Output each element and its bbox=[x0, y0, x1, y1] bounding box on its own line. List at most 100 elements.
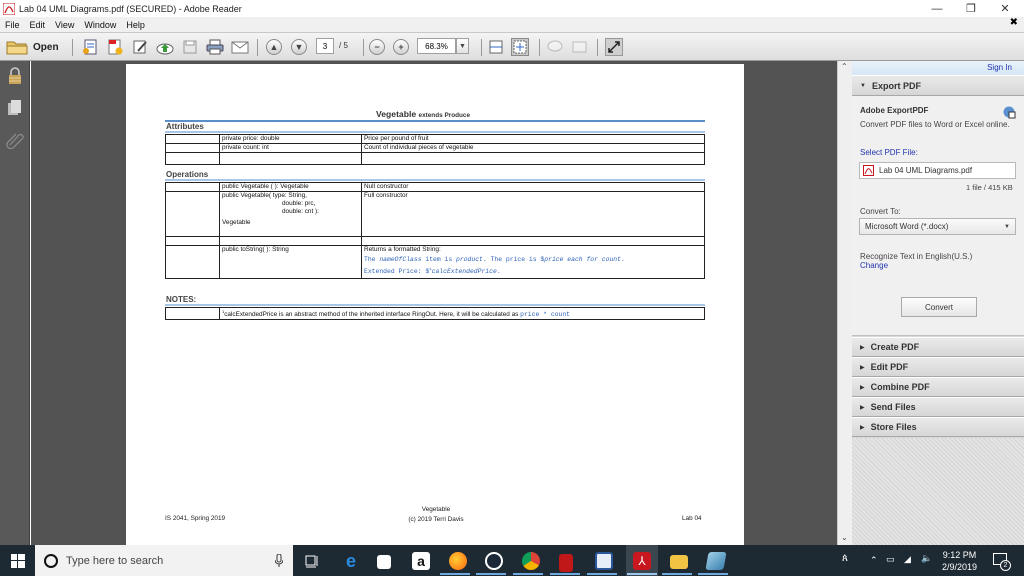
window-title: Lab 04 UML Diagrams.pdf (SECURED) - Adob… bbox=[19, 3, 242, 14]
store-files-section-header[interactable]: ▶ Store Files bbox=[852, 417, 1024, 437]
pdf-file-icon bbox=[863, 165, 874, 176]
sign-icon bbox=[572, 41, 587, 53]
system-clock[interactable]: 9:12 PM 2/9/2019 bbox=[942, 549, 977, 573]
file-explorer-icon[interactable] bbox=[670, 555, 688, 569]
page-total: / 5 bbox=[339, 41, 348, 50]
menu-help[interactable]: Help bbox=[121, 20, 150, 30]
page-thumbnails-icon[interactable] bbox=[7, 99, 23, 117]
close-button[interactable]: ✕ bbox=[989, 0, 1021, 17]
search-placeholder: Type here to search bbox=[66, 554, 164, 567]
convert-button[interactable]: Convert bbox=[901, 297, 977, 317]
edit-button[interactable] bbox=[131, 38, 149, 56]
task-view-icon[interactable] bbox=[305, 554, 319, 568]
battery-icon[interactable]: ▭ bbox=[886, 554, 895, 565]
edge-icon[interactable]: e bbox=[342, 552, 360, 570]
security-lock-icon[interactable] bbox=[7, 67, 23, 85]
zoom-in-button[interactable]: + bbox=[392, 38, 410, 56]
clock-date: 2/9/2019 bbox=[942, 562, 978, 572]
sign-button[interactable] bbox=[571, 38, 589, 56]
close-document-icon[interactable]: ✖ bbox=[1010, 17, 1018, 28]
full-screen-button[interactable] bbox=[605, 38, 623, 56]
word-icon[interactable] bbox=[595, 552, 613, 570]
sign-in-link[interactable]: Sign In bbox=[852, 61, 1024, 75]
export-pdf-section-header[interactable]: ▼ Export PDF bbox=[852, 75, 1024, 96]
next-page-button[interactable]: ▼ bbox=[290, 38, 308, 56]
print-button[interactable] bbox=[206, 38, 224, 56]
triangle-right-icon: ▶ bbox=[860, 424, 865, 431]
table-row: public Vegetable ( ): Vegetable Null cons… bbox=[165, 182, 705, 192]
menu-edit[interactable]: Edit bbox=[25, 20, 51, 30]
menu-file[interactable]: File bbox=[0, 20, 25, 30]
change-language-link[interactable]: Change bbox=[860, 261, 888, 270]
fit-page-button[interactable] bbox=[511, 38, 529, 56]
export-description: Convert PDF files to Word or Excel onlin… bbox=[860, 120, 1010, 129]
windows-start-icon[interactable] bbox=[11, 554, 25, 568]
recognize-text-label: Recognize Text in English(U.S.) bbox=[860, 252, 973, 261]
amazon-icon[interactable]: a bbox=[412, 552, 430, 570]
combine-pdf-section-header[interactable]: ▶ Combine PDF bbox=[852, 377, 1024, 397]
save-button[interactable] bbox=[181, 38, 199, 56]
create-pdf-section-header[interactable]: ▶ Create PDF bbox=[852, 337, 1024, 357]
operation-signature: public Vegetable ( ): Vegetable bbox=[219, 182, 362, 192]
attributes-header: Attributes bbox=[166, 122, 204, 131]
convert-to-select[interactable]: Microsoft Word (*.docx) ▼ bbox=[859, 218, 1016, 235]
triangle-right-icon: ▶ bbox=[860, 404, 865, 411]
operations-header: Operations bbox=[166, 170, 209, 179]
attachments-paperclip-icon[interactable] bbox=[6, 131, 24, 149]
open-button[interactable]: Open bbox=[6, 38, 59, 56]
restore-icon: ❐ bbox=[966, 3, 976, 15]
section-label: Export PDF bbox=[871, 80, 921, 91]
table-row: private count: int Count of individual pi… bbox=[165, 143, 705, 153]
restore-button[interactable]: ❐ bbox=[955, 0, 987, 17]
email-button[interactable] bbox=[231, 38, 249, 56]
scroll-down-icon[interactable]: ⌄ bbox=[841, 533, 848, 542]
firefox-icon[interactable] bbox=[449, 552, 467, 570]
cloud-upload-button[interactable] bbox=[156, 38, 174, 56]
save-icon bbox=[183, 40, 197, 54]
minimize-button[interactable]: — bbox=[921, 0, 953, 17]
signature-line: double: cnt ): bbox=[282, 208, 319, 215]
zoom-out-button[interactable]: − bbox=[368, 38, 386, 56]
show-hidden-icons-chevron-up-icon[interactable]: ⌃ bbox=[870, 555, 878, 566]
class-title: Vegetable extends Produce bbox=[376, 109, 470, 119]
operation-signature: public toString( ): String bbox=[219, 245, 362, 279]
store-icon[interactable] bbox=[377, 555, 391, 569]
zoom-out-icon: − bbox=[369, 39, 385, 55]
triangle-right-icon: ▶ bbox=[860, 364, 865, 371]
chrome-icon[interactable] bbox=[522, 552, 540, 570]
notepad-icon[interactable] bbox=[705, 552, 727, 570]
navigation-pane bbox=[0, 61, 30, 545]
create-pdf-icon bbox=[83, 39, 97, 55]
selected-file-field[interactable]: Lab 04 UML Diagrams.pdf bbox=[859, 162, 1016, 179]
open-label: Open bbox=[33, 41, 59, 53]
zoom-level-input[interactable]: 68.3% bbox=[417, 38, 456, 54]
page-number-input[interactable]: 3 bbox=[316, 38, 334, 54]
export-pdf-button[interactable] bbox=[106, 38, 124, 56]
zoom-dropdown-button[interactable]: ▼ bbox=[456, 38, 469, 54]
export-info-icon[interactable] bbox=[1003, 106, 1016, 119]
send-files-section-header[interactable]: ▶ Send Files bbox=[852, 397, 1024, 417]
mcafee-icon[interactable] bbox=[559, 554, 573, 572]
comment-button[interactable] bbox=[546, 38, 564, 56]
create-pdf-button[interactable] bbox=[81, 38, 99, 56]
people-icon[interactable]: ጰ bbox=[842, 553, 848, 564]
adobe-pdf-logo-icon bbox=[3, 2, 15, 15]
triangle-right-icon: ▶ bbox=[860, 384, 865, 391]
menu-window[interactable]: Window bbox=[79, 20, 121, 30]
vertical-scrollbar[interactable]: ⌃ ⌄ bbox=[837, 61, 852, 545]
zoom-in-icon: + bbox=[393, 39, 409, 55]
menu-view[interactable]: View bbox=[50, 20, 79, 30]
microphone-icon[interactable] bbox=[275, 554, 283, 567]
chevron-down-icon: ▼ bbox=[1004, 223, 1010, 230]
cortana-icon bbox=[44, 553, 58, 568]
extends-clause: extends Produce bbox=[418, 112, 471, 119]
edit-pdf-section-header[interactable]: ▶ Edit PDF bbox=[852, 357, 1024, 377]
scroll-up-icon[interactable]: ⌃ bbox=[841, 62, 848, 71]
wifi-icon[interactable]: ◢ bbox=[904, 554, 911, 565]
acrobat-reader-icon[interactable]: ⅄ bbox=[633, 552, 651, 570]
volume-icon[interactable]: 🔈 bbox=[921, 553, 932, 564]
fit-width-button[interactable] bbox=[487, 38, 505, 56]
previous-page-button[interactable]: ▲ bbox=[265, 38, 283, 56]
taskbar-search-box[interactable]: Type here to search bbox=[35, 545, 293, 576]
steam-icon[interactable] bbox=[485, 552, 503, 570]
